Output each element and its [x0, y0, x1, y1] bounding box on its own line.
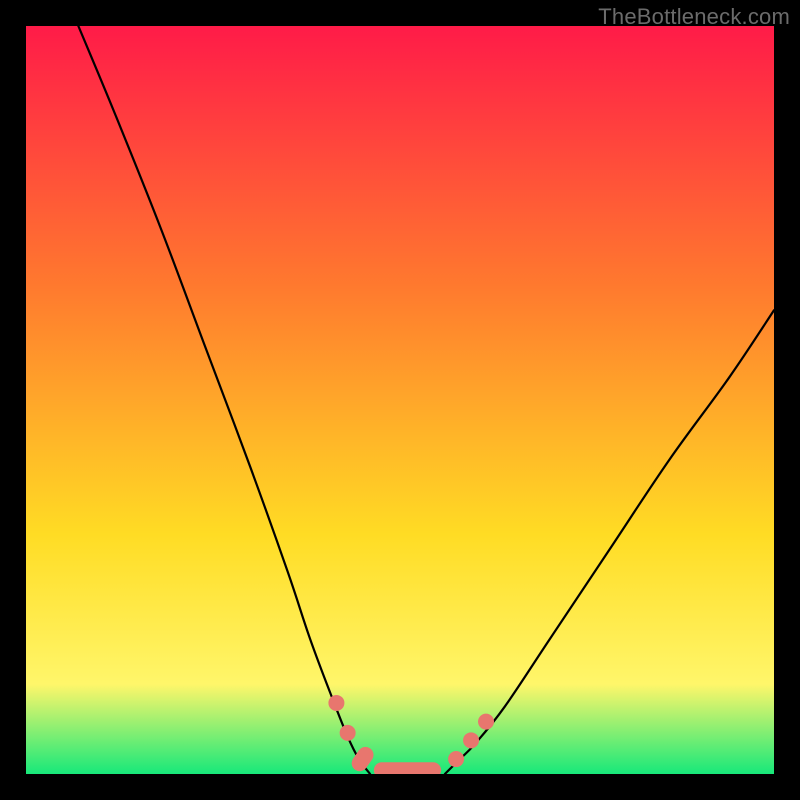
marker-dot-0: [328, 695, 344, 711]
marker-pill-3: [374, 762, 441, 774]
marker-dot-5: [463, 732, 479, 748]
chart-svg: [26, 26, 774, 774]
gradient-background: [26, 26, 774, 774]
marker-dot-1: [340, 725, 356, 741]
plot-area: [26, 26, 774, 774]
outer-frame: TheBottleneck.com: [0, 0, 800, 800]
marker-dot-6: [478, 714, 494, 730]
marker-dot-4: [448, 751, 464, 767]
